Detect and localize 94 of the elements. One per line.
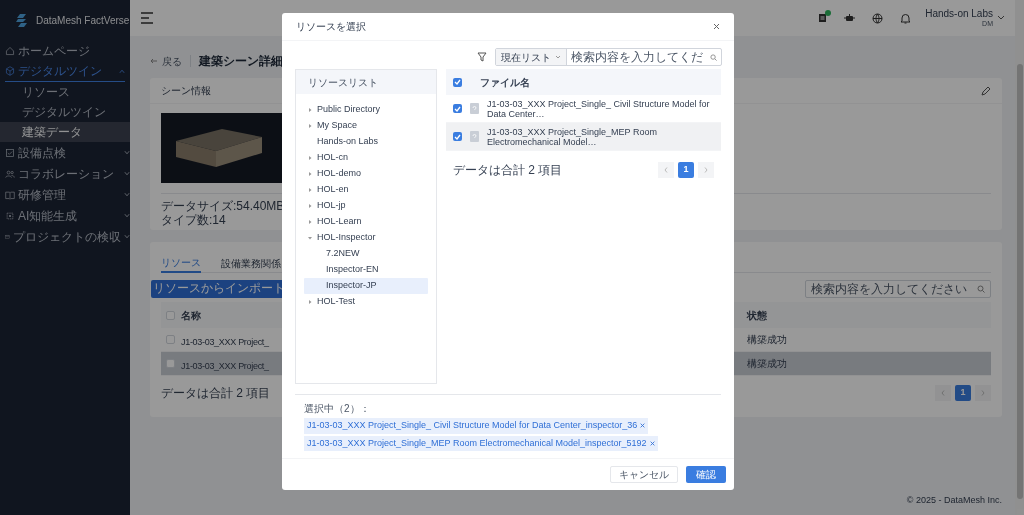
chevron-icon — [124, 213, 130, 218]
table-cell: J1-03-03_XXX Project_ — [181, 360, 269, 371]
table-cell: J1-03-03_XXX Project_ — [181, 336, 269, 347]
search-icon — [977, 285, 985, 293]
table-cell-text: 構築成功 — [747, 357, 787, 371]
app-logo-text: DataMesh FactVerse — [36, 13, 130, 28]
home-icon — [5, 45, 15, 56]
column-header: 状態 — [747, 308, 767, 323]
logo-icon — [16, 13, 28, 27]
tab[interactable]: 設備業務関係 — [221, 254, 281, 273]
table-cell-text: 構築成功 — [747, 333, 787, 347]
file-name[interactable]: J1-03-03_XXX Project_Single_ Civil Structure Model for Data Center… — [487, 98, 714, 119]
caret-icon — [308, 188, 312, 192]
users-icon — [5, 168, 15, 179]
caret-icon — [308, 300, 312, 304]
card-title: シーン情報 — [161, 84, 211, 98]
caret-icon — [308, 204, 312, 208]
caret-icon — [308, 220, 312, 224]
caret-icon — [308, 156, 312, 160]
tree-item[interactable]: HOL-demo — [304, 166, 428, 182]
sidebar-subitem[interactable]: 建築データ — [0, 122, 130, 142]
sidebar-item[interactable]: AI知能生成 — [0, 205, 130, 226]
pencil-icon[interactable] — [981, 85, 991, 96]
tree-item[interactable]: 7.2NEW — [304, 246, 428, 262]
user-name[interactable]: Hands-on Labs — [925, 9, 993, 19]
tree-item[interactable]: HOL-Inspector — [304, 230, 428, 246]
back-link[interactable]: 戻る — [150, 53, 182, 69]
panel-title: リソースリスト — [308, 75, 378, 90]
chevron-down-icon[interactable] — [997, 15, 1005, 21]
selected-tag: J1-03-03_XXX Project_Single_ Civil Structure Model for Data Center_inspector_36 — [304, 418, 649, 434]
tree-item[interactable]: Inspector-EN — [304, 262, 428, 278]
ai-icon — [5, 210, 15, 221]
sidebar-item[interactable]: 設備点検 — [0, 142, 130, 163]
file-icon — [470, 131, 479, 142]
sidebar-item[interactable]: ホームページ — [0, 40, 130, 61]
info-text: タイプ数:14 — [161, 214, 226, 227]
chevron-icon — [124, 150, 130, 155]
arrow-left-icon — [150, 58, 158, 64]
chevron-left-icon — [664, 167, 668, 173]
close-icon[interactable] — [713, 23, 720, 30]
tree-item[interactable]: HOL-jp — [304, 198, 428, 214]
tree-item[interactable]: My Space — [304, 118, 428, 134]
checkbox[interactable] — [166, 359, 175, 368]
cube-icon — [5, 66, 15, 76]
checkbox[interactable] — [453, 77, 462, 87]
page-button[interactable]: 1 — [678, 162, 694, 178]
filter-icon[interactable] — [477, 52, 487, 62]
caret-icon — [308, 124, 312, 128]
sidebar-subitem[interactable]: リソース — [0, 82, 130, 102]
sidebar-item[interactable]: 研修管理 — [0, 184, 130, 205]
book-icon — [5, 189, 15, 200]
selection-label: 選択中（2）： — [304, 402, 371, 416]
file-icon — [470, 103, 479, 114]
selected-tag: J1-03-03_XXX Project_Single_MEP Room Electromechanical Model_inspector_5192 — [304, 435, 658, 451]
globe-icon[interactable] — [872, 12, 884, 24]
total-count: データは合計 2 項目 — [453, 162, 563, 179]
tree-item[interactable]: HOL-Learn — [304, 214, 428, 230]
button[interactable]: 確認 — [686, 466, 726, 483]
chevron-icon — [124, 234, 130, 239]
tree-item[interactable]: Public Directory — [304, 102, 428, 118]
button[interactable]: キャンセル — [610, 466, 678, 483]
menu-icon[interactable] — [140, 12, 154, 24]
caret-icon — [308, 236, 312, 240]
checkbox[interactable] — [166, 310, 175, 320]
close-icon[interactable] — [649, 440, 655, 446]
tree-item[interactable]: HOL-Test — [304, 294, 428, 310]
sidebar-item[interactable]: プロジェクトの検収 — [0, 226, 130, 247]
table-row[interactable]: J1-03-03_XXX Project_Single_MEP Room Electromechanical Model… — [446, 123, 721, 151]
checkbox[interactable] — [166, 335, 175, 344]
column-header: 名称 — [181, 308, 202, 323]
chevron-right-icon — [704, 167, 708, 173]
tree-item[interactable]: Hands-on Labs — [304, 134, 428, 150]
info-text: データサイズ:54.40MB — [161, 200, 285, 213]
dialog-title: リソースを選択 — [296, 20, 366, 34]
close-icon[interactable] — [640, 423, 646, 429]
bell-icon[interactable] — [900, 12, 912, 24]
sidebar-item[interactable]: コラボレーション — [0, 163, 130, 184]
chevron-icon — [124, 171, 130, 176]
page-title: 建築シーン詳細 — [199, 53, 283, 70]
clipboard-icon[interactable] — [818, 13, 828, 23]
robot-icon[interactable] — [844, 12, 856, 24]
total-count: データは合計 2 項目 — [161, 385, 271, 402]
column-header: ファイル名 — [480, 75, 530, 90]
sidebar-subitem[interactable]: デジタルツイン — [0, 102, 130, 122]
chevron-icon — [124, 192, 130, 197]
checklist-icon — [5, 147, 15, 158]
tree-item[interactable]: Inspector-JP — [304, 278, 428, 294]
tree-item[interactable]: HOL-en — [304, 182, 428, 198]
chevron-icon — [119, 68, 125, 74]
tree-item[interactable]: HOL-cn — [304, 150, 428, 166]
file-name[interactable]: J1-03-03_XXX Project_Single_MEP Room Electromechanical Model… — [487, 126, 714, 147]
caret-icon — [308, 172, 312, 176]
copyright: © 2025 - DataMesh Inc. — [906, 494, 1002, 508]
search-field[interactable]: 検索内容を入力してください — [805, 280, 991, 298]
